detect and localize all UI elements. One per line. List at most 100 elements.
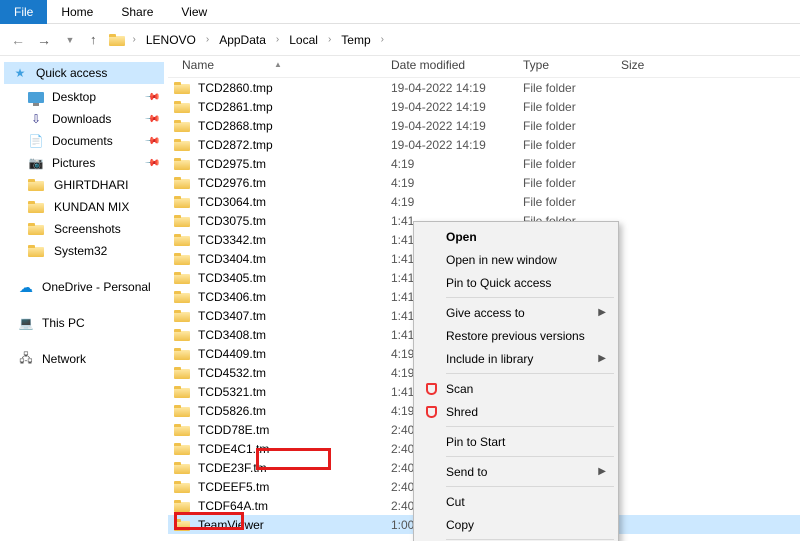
file-row[interactable]: TCD2860.tmp19-04-2022 14:19File folder (168, 78, 800, 97)
ctx-separator (446, 373, 614, 374)
breadcrumb[interactable]: › LENOVO › AppData › Local › Temp › (107, 29, 793, 51)
column-name-label: Name (182, 58, 214, 72)
file-name: TCD3406.tm (198, 290, 266, 304)
sidebar-item-downloads[interactable]: ⇩Downloads📌 (4, 108, 164, 130)
ctx-label: Scan (446, 382, 473, 396)
file-type: File folder (523, 138, 621, 152)
file-name: TeamViewer (198, 518, 264, 532)
sidebar-quick-access[interactable]: ★ Quick access (4, 62, 164, 84)
tab-file[interactable]: File (0, 0, 47, 24)
sidebar-item-kundan[interactable]: KUNDAN MIX (4, 196, 164, 218)
file-row[interactable]: TCD2861.tmp19-04-2022 14:19File folder (168, 97, 800, 116)
file-row[interactable]: TCD2868.tmp19-04-2022 14:19File folder (168, 116, 800, 135)
file-type: File folder (523, 119, 621, 133)
ctx-open[interactable]: Open (416, 225, 616, 248)
file-row[interactable]: TCD3064.tm4:19File folder (168, 192, 800, 211)
file-name: TCD5826.tm (198, 404, 266, 418)
desktop-icon (28, 89, 44, 105)
sidebar-label: Network (42, 352, 86, 366)
file-name: TCDE4C1.tm (198, 442, 269, 456)
tab-view[interactable]: View (167, 0, 221, 24)
sidebar-item-ghirtdhari[interactable]: GHIRTDHARI (4, 174, 164, 196)
column-size[interactable]: Size (621, 58, 681, 72)
sidebar-network[interactable]: 🖧Network (4, 348, 164, 370)
ctx-send-to[interactable]: Send to ▶ (416, 460, 616, 483)
sidebar-item-system32[interactable]: System32 (4, 240, 164, 262)
file-name: TCD2872.tmp (198, 138, 273, 152)
file-row[interactable]: TCD2872.tmp19-04-2022 14:19File folder (168, 135, 800, 154)
tab-share[interactable]: Share (107, 0, 167, 24)
folder-icon (109, 34, 125, 46)
pin-icon: 📌 (143, 111, 160, 128)
sidebar-label: Pictures (52, 156, 95, 170)
ctx-pin-start[interactable]: Pin to Start (416, 430, 616, 453)
crumb-appdata[interactable]: AppData (215, 33, 270, 47)
sidebar-label: Downloads (52, 112, 111, 126)
up-button[interactable]: ↑ (90, 32, 97, 47)
navigation-pane: ★ Quick access Desktop📌 ⇩Downloads📌 📄Doc… (0, 56, 168, 541)
ctx-shred[interactable]: Shred (416, 400, 616, 423)
chevron-right-icon[interactable]: › (324, 34, 335, 45)
back-button[interactable]: ← (8, 32, 28, 48)
ctx-scan[interactable]: Scan (416, 377, 616, 400)
sidebar-item-documents[interactable]: 📄Documents📌 (4, 130, 164, 152)
column-type[interactable]: Type (523, 58, 621, 72)
file-name: TCD4532.tm (198, 366, 266, 380)
document-icon: 📄 (28, 133, 44, 149)
file-date: 4:19 (391, 195, 523, 209)
chevron-right-icon[interactable]: › (377, 34, 388, 45)
ctx-open-new-window[interactable]: Open in new window (416, 248, 616, 271)
chevron-right-icon[interactable]: › (129, 34, 140, 45)
ctx-separator (446, 456, 614, 457)
pc-icon: 💻 (18, 315, 34, 331)
file-date: 19-04-2022 14:19 (391, 100, 523, 114)
chevron-right-icon[interactable]: › (272, 34, 283, 45)
column-name[interactable]: Name▲ (168, 58, 391, 72)
file-list-pane: Name▲ Date modified Type Size TCD2860.tm… (168, 56, 800, 541)
file-row[interactable]: TCD2975.tm4:19File folder (168, 154, 800, 173)
chevron-right-icon: ▶ (598, 466, 606, 477)
folder-icon (174, 196, 190, 208)
sidebar-item-desktop[interactable]: Desktop📌 (4, 86, 164, 108)
file-type: File folder (523, 81, 621, 95)
crumb-local[interactable]: Local (285, 33, 322, 47)
file-type: File folder (523, 195, 621, 209)
sidebar-onedrive[interactable]: ☁OneDrive - Personal (4, 276, 164, 298)
crumb-temp[interactable]: Temp (337, 33, 374, 47)
sidebar-item-pictures[interactable]: 📷Pictures📌 (4, 152, 164, 174)
folder-icon (174, 139, 190, 151)
file-name: TCD3407.tm (198, 309, 266, 323)
sidebar-item-screenshots[interactable]: Screenshots (4, 218, 164, 240)
chevron-right-icon: ▶ (598, 307, 606, 318)
folder-icon (174, 158, 190, 170)
folder-icon (174, 272, 190, 284)
file-row[interactable]: TCD2976.tm4:19File folder (168, 173, 800, 192)
ctx-label: Send to (446, 465, 487, 479)
recent-dropdown[interactable]: ▼ (60, 35, 80, 45)
sidebar-this-pc[interactable]: 💻This PC (4, 312, 164, 334)
folder-icon (174, 329, 190, 341)
folder-icon (174, 405, 190, 417)
folder-icon (174, 177, 190, 189)
column-date[interactable]: Date modified (391, 58, 523, 72)
forward-button[interactable]: → (34, 32, 54, 48)
ctx-restore-versions[interactable]: Restore previous versions (416, 324, 616, 347)
crumb-lenovo[interactable]: LENOVO (142, 33, 200, 47)
folder-icon (28, 179, 44, 191)
file-name: TCD3075.tm (198, 214, 266, 228)
ctx-cut[interactable]: Cut (416, 490, 616, 513)
ctx-copy[interactable]: Copy (416, 513, 616, 536)
ctx-pin-quick-access[interactable]: Pin to Quick access (416, 271, 616, 294)
file-name: TCDEEF5.tm (198, 480, 269, 494)
tab-home[interactable]: Home (47, 0, 107, 24)
ctx-give-access[interactable]: Give access to▶ (416, 301, 616, 324)
folder-icon (174, 234, 190, 246)
chevron-right-icon[interactable]: › (202, 34, 213, 45)
folder-icon (174, 462, 190, 474)
sidebar-label: Documents (52, 134, 113, 148)
ctx-include-library[interactable]: Include in library▶ (416, 347, 616, 370)
picture-icon: 📷 (28, 155, 44, 171)
sidebar-label: System32 (54, 244, 107, 258)
file-name: TCD3408.tm (198, 328, 266, 342)
file-type: File folder (523, 157, 621, 171)
